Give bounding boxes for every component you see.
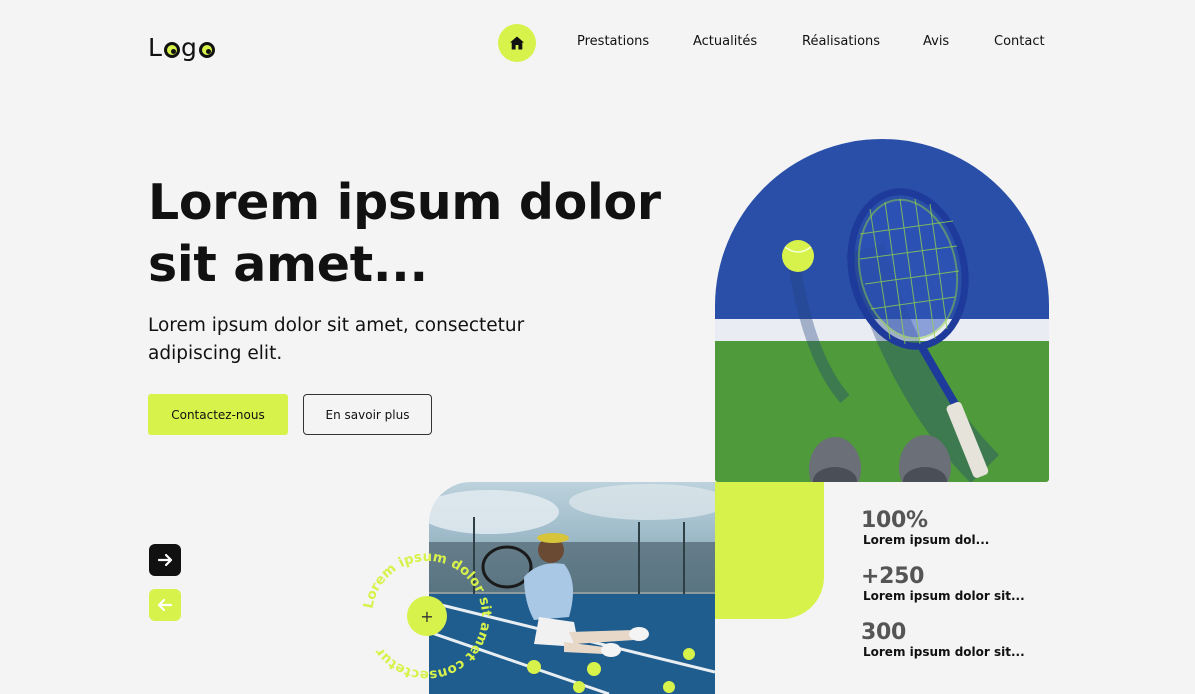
hero-subtitle: Lorem ipsum dolor sit amet, consectetur … <box>148 315 525 364</box>
stat-value-3: 300 <box>861 620 907 645</box>
tennis-racket-image <box>715 139 1049 482</box>
stat-value-2: +250 <box>861 564 925 589</box>
learn-more-button[interactable]: En savoir plus <box>303 394 432 435</box>
hero-title: Lorem ipsum dolor sit amet... <box>148 174 661 293</box>
next-slide-button[interactable] <box>149 544 181 576</box>
nav-avis[interactable]: Avis <box>923 34 949 49</box>
circle-plus-button[interactable]: + <box>407 596 447 636</box>
contact-button[interactable]: Contactez-nous <box>148 394 288 435</box>
arrow-right-icon <box>157 553 173 567</box>
accent-block <box>715 482 824 619</box>
stat-label-3: Lorem ipsum dolor sit... <box>863 645 1025 659</box>
nav-realisations[interactable]: Réalisations <box>802 34 880 49</box>
prev-slide-button[interactable] <box>149 589 181 621</box>
nav-actualites[interactable]: Actualités <box>693 34 757 49</box>
stat-value-1: 100% <box>861 508 928 533</box>
nav-contact[interactable]: Contact <box>994 34 1045 49</box>
stat-label-1: Lorem ipsum dol... <box>863 533 990 547</box>
main-nav: Prestations Actualités Réalisations Avis… <box>0 34 1195 52</box>
stat-label-2: Lorem ipsum dolor sit... <box>863 589 1025 603</box>
arrow-left-icon <box>157 598 173 612</box>
nav-prestations[interactable]: Prestations <box>577 34 649 49</box>
